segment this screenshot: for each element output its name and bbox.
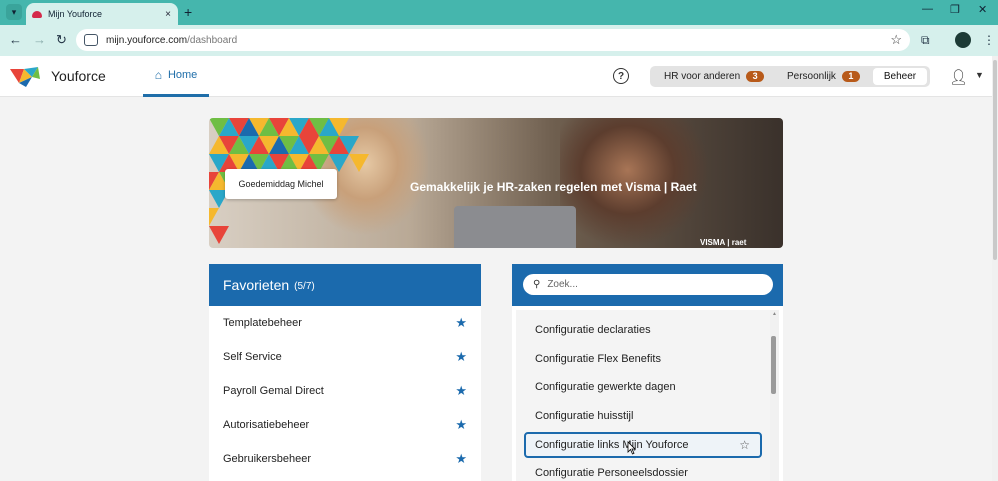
favorites-header: Favorieten (5/7)	[209, 264, 481, 306]
app-header: Youforce ⌂ Home ? HR voor anderen 3 Pers…	[0, 56, 992, 97]
brand-name: Youforce	[51, 68, 106, 84]
favorites-panel: Favorieten (5/7) Templatebeheer ★ Self S…	[209, 264, 481, 481]
new-tab-button[interactable]: +	[184, 4, 192, 20]
nav-home[interactable]: ⌂ Home	[143, 56, 209, 97]
browser-tab-strip: ▾ Mijn Youforce × + — ❐ ✕	[0, 0, 998, 25]
tab-title: Mijn Youforce	[48, 9, 103, 19]
favorite-item[interactable]: Payroll Gemal Direct ★	[209, 374, 481, 408]
browser-tab[interactable]: Mijn Youforce ×	[26, 3, 178, 25]
address-bar[interactable]: mijn.youforce.com/dashboard ☆	[76, 29, 910, 51]
hr-for-others-count-badge: 3	[746, 71, 765, 82]
favorite-item[interactable]: Gebruikersbeheer ★	[209, 442, 481, 476]
results-scrollbar-thumb[interactable]	[771, 336, 776, 394]
banner-photo-laptop	[454, 206, 576, 248]
favorite-item[interactable]: Templatebeheer ★	[209, 306, 481, 340]
browser-menu-icon[interactable]: ⋮	[983, 33, 995, 47]
favorite-item-label: Gebruikersbeheer	[223, 453, 312, 465]
extensions-icon[interactable]: ⧉	[921, 33, 930, 48]
search-result-item-hovered[interactable]: Configuratie links Mijn Youforce ☆	[524, 432, 762, 458]
personal-count-badge: 1	[841, 71, 860, 82]
results-scrollbar[interactable]: ▲	[770, 310, 779, 481]
tab-search-menu-button[interactable]: ▾	[6, 4, 22, 20]
personal-label: Persoonlijk	[787, 71, 836, 82]
role-switcher: HR voor anderen 3 Persoonlijk 1 Beheer	[650, 66, 930, 87]
search-result-item[interactable]: Configuratie Personeelsdossier	[516, 460, 770, 481]
restore-icon[interactable]: ❐	[950, 3, 960, 16]
mouse-pointer-icon	[627, 441, 635, 455]
favorite-item[interactable]: Self Service ★	[209, 340, 481, 374]
star-filled-icon[interactable]: ★	[455, 315, 467, 331]
star-outline-icon[interactable]: ☆	[739, 438, 750, 452]
minimize-icon[interactable]: —	[922, 3, 933, 15]
search-result-item[interactable]: Configuratie Flex Benefits	[516, 346, 770, 372]
tab-close-icon[interactable]: ×	[165, 9, 171, 20]
search-result-item[interactable]: Configuratie gewerkte dagen	[516, 374, 770, 400]
favorites-count: (5/7)	[294, 281, 315, 292]
favorites-title: Favorieten	[223, 277, 290, 293]
hr-for-others-tab[interactable]: HR voor anderen 3	[664, 66, 765, 87]
reload-icon[interactable]: ↻	[56, 32, 67, 48]
greeting-card: Goedemiddag Michel	[225, 169, 337, 199]
page-scrollbar-thumb[interactable]	[993, 60, 997, 260]
banner-tagline: Gemakkelijk je HR-zaken regelen met Vism…	[410, 180, 697, 194]
admin-tab[interactable]: Beheer	[873, 68, 927, 85]
url-host: mijn.youforce.com	[106, 34, 188, 46]
favorite-item-label: Self Service	[223, 351, 282, 363]
youforce-logo-icon	[10, 67, 40, 87]
search-icon: ⚲	[533, 279, 541, 290]
search-input[interactable]	[547, 279, 748, 290]
back-arrow-icon[interactable]: ←	[9, 32, 22, 48]
window-close-icon[interactable]: ✕	[978, 3, 987, 16]
search-result-item[interactable]: Configuratie declaraties	[516, 317, 770, 343]
visma-raet-logo: VISMA | raet	[700, 238, 747, 247]
personal-tab[interactable]: Persoonlijk 1	[787, 66, 860, 87]
star-filled-icon[interactable]: ★	[455, 417, 467, 433]
bookmark-star-icon[interactable]: ☆	[890, 32, 902, 48]
youforce-favicon-icon	[32, 10, 42, 18]
browser-profile-icon[interactable]	[955, 32, 971, 48]
help-icon[interactable]: ?	[613, 68, 629, 84]
favorite-item-label: Templatebeheer	[223, 317, 302, 329]
home-icon: ⌂	[154, 68, 162, 82]
search-results-list: Configuratie declaraties Configuratie Fl…	[516, 310, 770, 481]
scroll-up-arrow-icon[interactable]: ▲	[772, 311, 777, 317]
search-header: ⚲	[512, 264, 783, 306]
star-filled-icon[interactable]: ★	[455, 349, 467, 365]
nav-home-label: Home	[167, 69, 198, 81]
favorite-item[interactable]: Autorisatiebeheer ★	[209, 408, 481, 442]
star-filled-icon[interactable]: ★	[455, 383, 467, 399]
site-info-icon[interactable]	[84, 34, 98, 46]
search-box[interactable]: ⚲	[523, 274, 773, 295]
page-scrollbar[interactable]	[992, 56, 998, 481]
search-result-label: Configuratie links Mijn Youforce	[535, 439, 689, 451]
search-result-item[interactable]: Configuratie huisstijl	[516, 403, 770, 429]
user-account-icon[interactable]: 👤︎	[949, 68, 968, 86]
star-filled-icon[interactable]: ★	[455, 451, 467, 467]
favorite-item-label: Payroll Gemal Direct	[223, 385, 324, 397]
search-panel: ⚲ Configuratie declaraties Configuratie …	[512, 264, 783, 481]
favorite-item-label: Autorisatiebeheer	[223, 419, 310, 431]
chevron-down-icon[interactable]: ▼	[975, 70, 984, 80]
forward-arrow-icon[interactable]: →	[33, 32, 46, 48]
hr-for-others-label: HR voor anderen	[664, 71, 741, 82]
url-path: /dashboard	[187, 34, 238, 46]
browser-toolbar: ← → ↻ mijn.youforce.com/dashboard ☆ ⧉ ⋮	[0, 25, 998, 56]
